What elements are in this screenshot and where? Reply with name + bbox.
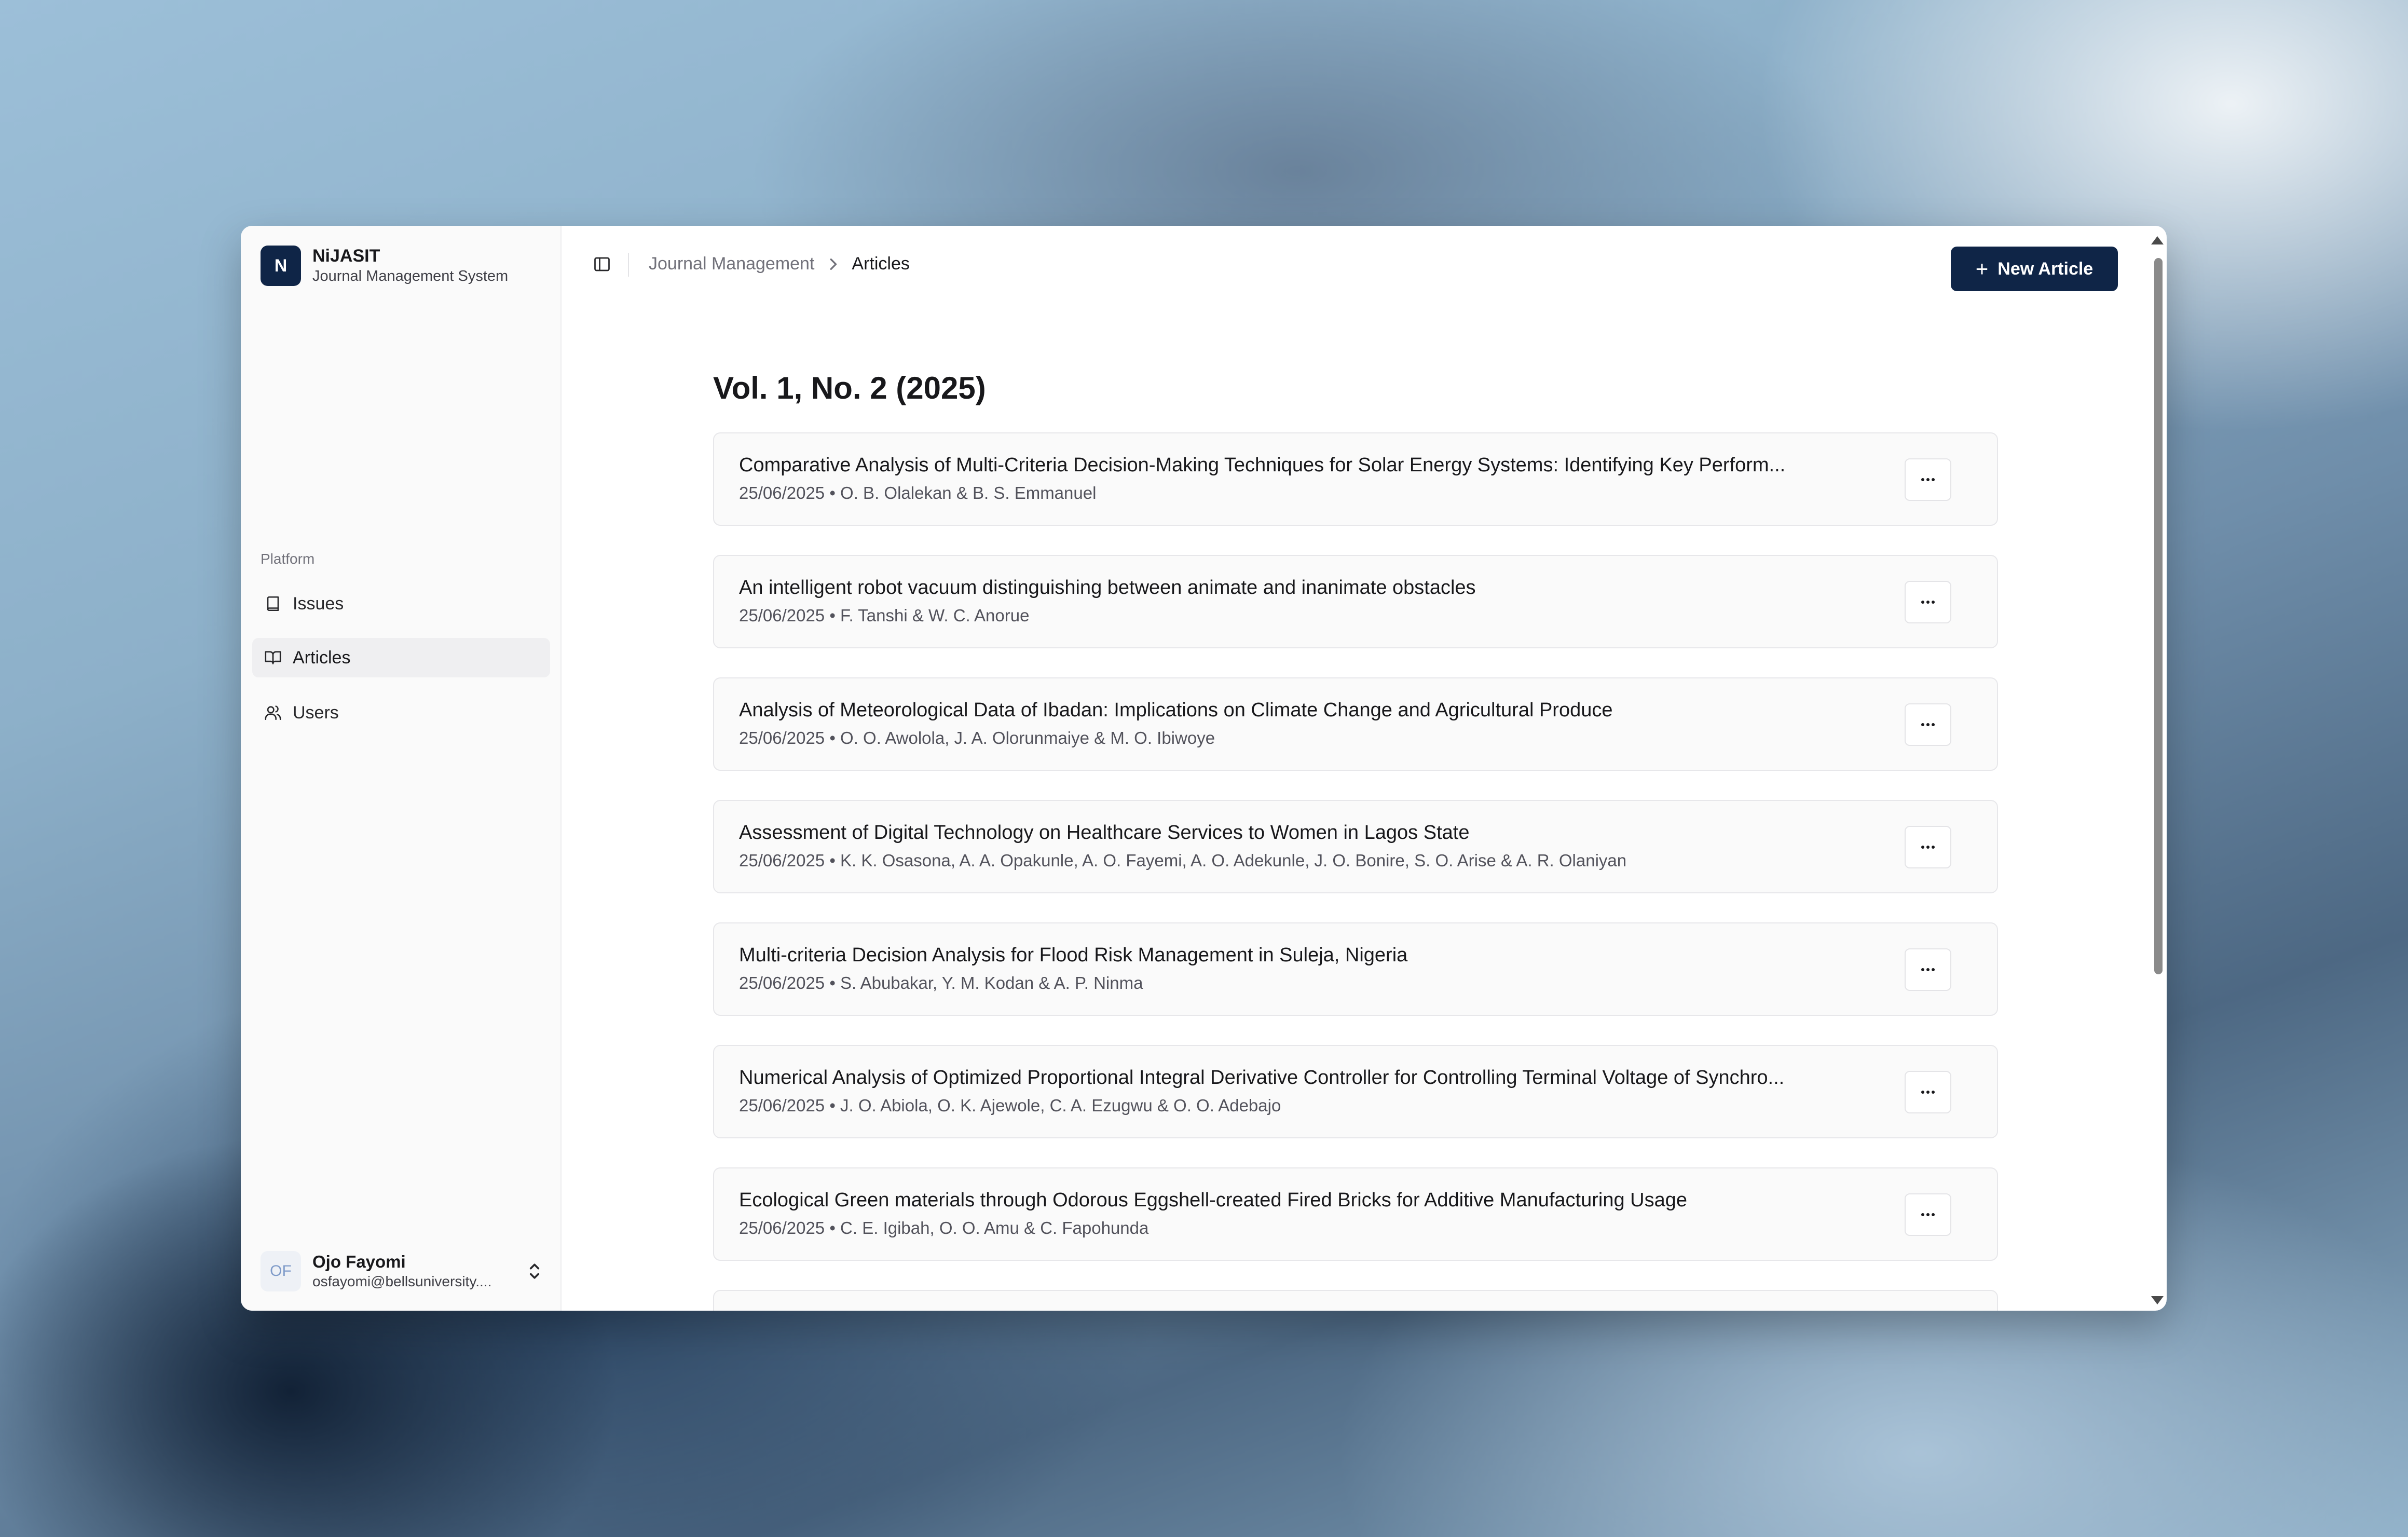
article-title[interactable]: Analysis of Meteorological Data of Ibada… — [739, 699, 1896, 722]
article-card[interactable]: An intelligent robot vacuum distinguishi… — [713, 555, 1998, 648]
app-window: N NiJASIT Journal Management System Plat… — [241, 226, 2167, 1311]
more-options-button[interactable] — [1905, 703, 1951, 746]
more-options-button[interactable] — [1905, 948, 1951, 991]
sidebar: N NiJASIT Journal Management System Plat… — [241, 226, 562, 1311]
ellipsis-icon — [1921, 723, 1935, 726]
sidebar-item-label: Articles — [293, 647, 351, 668]
article-meta: 25/06/2025 • F. Tanshi & W. C. Anorue — [739, 606, 1030, 625]
brand-logo: N — [261, 246, 301, 286]
users-icon — [263, 702, 283, 723]
ellipsis-icon — [1921, 846, 1935, 849]
open-book-icon — [263, 647, 283, 668]
article-meta: 25/06/2025 • O. O. Awolola, J. A. Olorun… — [739, 728, 1215, 747]
scrollbar[interactable] — [2151, 226, 2167, 1311]
article-card[interactable]: Ecological Green materials through Odoro… — [713, 1167, 1998, 1261]
new-article-label: New Article — [1997, 259, 2094, 279]
issue-title: Vol. 1, No. 2 (2025) — [713, 371, 986, 405]
article-meta: 25/06/2025 • O. B. Olalekan & B. S. Emma… — [739, 483, 1097, 502]
book-icon — [263, 593, 283, 614]
more-options-button[interactable] — [1905, 458, 1951, 501]
topbar-divider — [628, 253, 629, 277]
article-meta: 25/06/2025 • S. Abubakar, Y. M. Kodan & … — [739, 973, 1143, 992]
article-title[interactable]: An intelligent robot vacuum distinguishi… — [739, 577, 1896, 599]
article-meta: 25/06/2025 • K. K. Osasona, A. A. Opakun… — [739, 851, 1627, 870]
user-email: osfayomi@bellsuniversity.... — [312, 1273, 492, 1289]
article-meta: 25/06/2025 • C. E. Igibah, O. O. Amu & C… — [739, 1218, 1149, 1237]
article-card[interactable]: Analysis of Meteorological Data of Ibada… — [713, 677, 1998, 771]
sidebar-item-label: Issues — [293, 593, 344, 614]
brand-name: NiJASIT — [312, 246, 380, 266]
sidebar-section-label: Platform — [261, 551, 315, 567]
user-name: Ojo Fayomi — [312, 1252, 406, 1271]
user-menu[interactable]: OF Ojo Fayomi osfayomi@bellsuniversity..… — [261, 1245, 545, 1297]
more-options-button[interactable] — [1905, 1193, 1951, 1236]
sidebar-item-label: Users — [293, 702, 339, 723]
article-card[interactable]: Assessment of Digital Technology on Heal… — [713, 800, 1998, 893]
more-options-button[interactable] — [1905, 581, 1951, 623]
article-card[interactable]: Numerical Analysis of Optimized Proporti… — [713, 1045, 1998, 1138]
more-options-button[interactable] — [1905, 1071, 1951, 1113]
chevron-right-icon — [828, 257, 838, 271]
plus-icon: + — [1975, 256, 1989, 281]
new-article-button[interactable]: + New Article — [1951, 247, 2118, 291]
breadcrumb: Journal Management Articles — [649, 254, 910, 274]
sidebar-item-users[interactable]: Users — [252, 693, 550, 732]
article-title[interactable]: Ecological Green materials through Odoro… — [739, 1189, 1896, 1212]
brand-subtitle: Journal Management System — [312, 268, 509, 284]
scrollbar-thumb[interactable] — [2154, 258, 2163, 974]
article-card[interactable]: Multi-criteria Decision Analysis for Flo… — [713, 922, 1998, 1016]
article-title[interactable]: Comparative Analysis of Multi-Criteria D… — [739, 454, 1896, 477]
scroll-down-arrow-icon[interactable] — [2151, 1296, 2164, 1304]
article-title[interactable]: Numerical Analysis of Optimized Proporti… — [739, 1067, 1896, 1089]
ellipsis-icon — [1921, 1213, 1935, 1216]
sidebar-item-articles[interactable]: Articles — [252, 638, 550, 677]
sidebar-toggle-button[interactable] — [587, 250, 617, 279]
article-title[interactable]: Multi-criteria Decision Analysis for Flo… — [739, 944, 1896, 967]
article-card-partial[interactable] — [713, 1290, 1998, 1311]
main-content: Journal Management Articles + New Articl… — [562, 226, 2167, 1311]
scroll-up-arrow-icon[interactable] — [2151, 236, 2164, 244]
more-options-button[interactable] — [1905, 826, 1951, 868]
panel-left-icon — [594, 257, 610, 271]
avatar: OF — [261, 1251, 301, 1291]
ellipsis-icon — [1921, 478, 1935, 481]
article-card[interactable]: Comparative Analysis of Multi-Criteria D… — [713, 432, 1998, 526]
brand[interactable]: N NiJASIT Journal Management System — [261, 246, 508, 286]
ellipsis-icon — [1921, 1091, 1935, 1094]
breadcrumb-current: Articles — [852, 254, 910, 274]
ellipsis-icon — [1921, 968, 1935, 971]
chevron-up-down-icon[interactable] — [524, 1258, 545, 1284]
topbar: Journal Management Articles + New Articl… — [562, 226, 2167, 309]
sidebar-item-issues[interactable]: Issues — [252, 584, 550, 623]
article-meta: 25/06/2025 • J. O. Abiola, O. K. Ajewole… — [739, 1096, 1281, 1115]
breadcrumb-parent-link[interactable]: Journal Management — [649, 254, 814, 274]
ellipsis-icon — [1921, 601, 1935, 604]
article-title[interactable]: Assessment of Digital Technology on Heal… — [739, 822, 1896, 844]
